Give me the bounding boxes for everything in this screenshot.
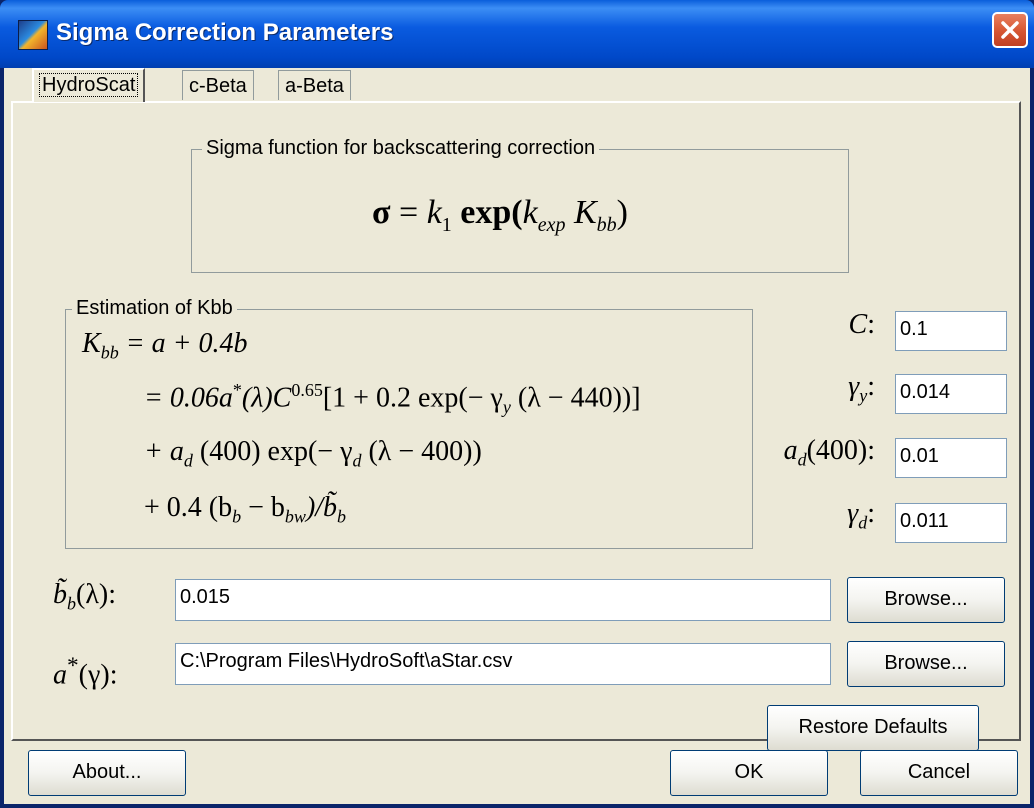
tab-label: a-Beta xyxy=(285,75,344,97)
K-subscript: bb xyxy=(596,213,617,236)
dialog-window: Sigma Correction Parameters HydroScat c-… xyxy=(0,0,1034,808)
kbb-line-1: Kbb = a + 0.4b xyxy=(82,328,247,364)
label-tail: (λ): xyxy=(76,579,117,610)
group-title: Sigma function for backscattering correc… xyxy=(202,137,600,160)
close-icon xyxy=(1001,21,1019,39)
label-symbol: a xyxy=(783,435,798,466)
gamma-d-input[interactable]: 0.011 xyxy=(895,503,1007,543)
ad400-input[interactable]: 0.01 xyxy=(895,438,1007,478)
button-label: Browse... xyxy=(884,652,968,674)
kbb-line-2: = 0.06a*(λ)C0.65[1 + 0.2 exp(− γy (λ − 4… xyxy=(144,380,641,418)
expr-part: (λ − 400)) xyxy=(361,436,482,467)
K-symbol: K xyxy=(565,194,597,231)
param-label-gamma-d: γd: xyxy=(847,498,875,534)
group-title: Estimation of Kbb xyxy=(72,297,237,320)
tab-c-beta[interactable]: c-Beta xyxy=(182,70,254,100)
expr-part: )/b̃ xyxy=(305,492,338,523)
K-subscript: bb xyxy=(100,342,119,363)
kbb-expr: = a + 0.4b xyxy=(118,328,248,359)
kexp-symbol: k xyxy=(522,194,538,231)
label-subscript: d xyxy=(858,512,868,533)
restore-defaults-button[interactable]: Restore Defaults xyxy=(767,705,979,751)
gamma-y-input[interactable]: 0.014 xyxy=(895,374,1007,414)
expr-part: + 0.4 (b xyxy=(144,492,233,523)
tab-label: c-Beta xyxy=(189,75,247,97)
param-label-c: C: xyxy=(849,309,875,341)
expr-part: − b xyxy=(241,492,285,523)
label-superscript: * xyxy=(67,653,79,679)
star-sup: * xyxy=(232,380,242,400)
label-tail: : xyxy=(867,498,875,529)
expr-part: = 0.06a xyxy=(144,382,233,414)
label-tail: (γ): xyxy=(78,659,118,691)
bb-browse-button[interactable]: Browse... xyxy=(847,577,1005,623)
about-button[interactable]: About... xyxy=(28,750,186,796)
sigma-equation: σ = k1 exp(kexp Kbb) xyxy=(372,194,628,237)
param-label-ad400: ad(400): xyxy=(784,435,875,471)
label-tail: : xyxy=(867,309,875,340)
a-subscript: d xyxy=(183,450,193,471)
sigma-function-group: Sigma function for backscattering correc… xyxy=(191,137,849,273)
exp-function: exp( xyxy=(451,194,523,231)
window-title: Sigma Correction Parameters xyxy=(56,19,394,46)
astar-path-input[interactable]: C:\Program Files\HydroSoft\aStar.csv xyxy=(175,643,831,685)
expr-part: + a xyxy=(144,436,184,467)
b-subscript: b xyxy=(337,506,347,527)
label-tail: : xyxy=(867,371,875,402)
b-subscript: b xyxy=(232,506,242,527)
c-input[interactable]: 0.1 xyxy=(895,311,1007,351)
bb-lambda-input[interactable]: 0.015 xyxy=(175,579,831,621)
expr-part: (λ − 440))] xyxy=(510,382,641,414)
astar-field-label: a*(γ): xyxy=(53,653,117,691)
close-button[interactable] xyxy=(992,12,1028,48)
expr-part: (λ)C xyxy=(241,382,292,414)
k-symbol: k xyxy=(426,194,442,231)
tab-panel-hydroscat: Sigma function for backscattering correc… xyxy=(11,101,1021,751)
tab-label: HydroScat xyxy=(38,73,139,97)
power-sup: 0.65 xyxy=(291,380,323,400)
button-label: About... xyxy=(72,761,142,783)
label-symbol: γ xyxy=(847,498,859,529)
button-label: Browse... xyxy=(884,588,968,610)
label-symbol: b̃ xyxy=(53,579,67,610)
equals-sign: = xyxy=(390,194,427,231)
bb-field-label: b̃b(λ): xyxy=(53,579,116,615)
button-label: Cancel xyxy=(907,761,971,783)
button-label: Restore Defaults xyxy=(798,716,948,738)
client-area: HydroScat c-Beta a-Beta Sigma function f… xyxy=(4,68,1030,804)
k-subscript: 1 xyxy=(441,213,452,236)
label-subscript: b xyxy=(67,593,76,614)
ok-button[interactable]: OK xyxy=(670,750,828,796)
label-symbol: a xyxy=(53,659,67,691)
param-label-gamma-y: γy: xyxy=(848,371,875,407)
button-label: OK xyxy=(734,761,764,783)
sigma-symbol: σ xyxy=(372,194,391,231)
cancel-button[interactable]: Cancel xyxy=(860,750,1018,796)
kbb-estimation-group: Estimation of Kbb Kbb = a + 0.4b = 0.06a… xyxy=(65,297,753,549)
label-symbol: C xyxy=(848,309,868,340)
app-icon xyxy=(18,20,48,50)
expr-part: (400) exp(− γ xyxy=(192,436,353,467)
tab-hydroscat[interactable]: HydroScat xyxy=(32,68,146,102)
gamma-subscript: y xyxy=(502,396,511,417)
bw-subscript: bw xyxy=(284,506,306,527)
label-subscript: d xyxy=(797,449,807,470)
kexp-subscript: exp xyxy=(537,213,566,236)
astar-browse-button[interactable]: Browse... xyxy=(847,641,1005,687)
label-symbol: γ xyxy=(848,371,860,402)
title-bar[interactable]: Sigma Correction Parameters xyxy=(0,0,1034,68)
expr-part: [1 + 0.2 exp(− γ xyxy=(322,382,503,414)
tab-a-beta[interactable]: a-Beta xyxy=(278,70,351,100)
kbb-line-4: + 0.4 (bb − bbw)/b̃b xyxy=(144,492,346,528)
K-symbol: K xyxy=(82,328,101,359)
kbb-line-3: + ad (400) exp(− γd (λ − 400)) xyxy=(144,436,482,472)
close-paren: ) xyxy=(616,194,628,231)
label-tail: (400): xyxy=(806,435,875,466)
